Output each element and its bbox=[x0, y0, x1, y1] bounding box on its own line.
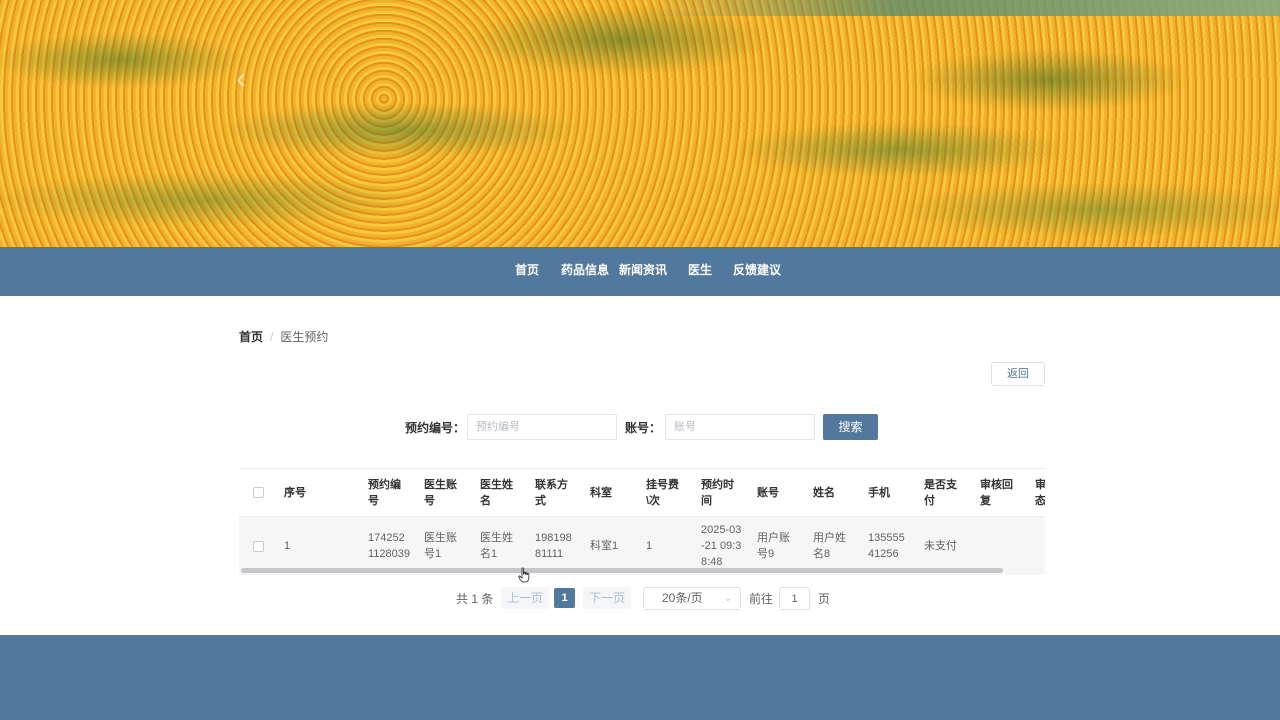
row-select-cell bbox=[239, 517, 277, 575]
goto-page-input[interactable] bbox=[779, 587, 810, 610]
banner-sky bbox=[640, 0, 1280, 16]
header-account: 账号 bbox=[757, 486, 779, 499]
cell-phone: 13555541256 bbox=[868, 532, 905, 560]
header-cell: 医生账号 bbox=[417, 469, 473, 516]
header-appointment-no: 预约编号 bbox=[368, 478, 401, 507]
nav-item-news[interactable]: 新闻资讯 bbox=[619, 247, 667, 296]
cell-name: 用户姓名8 bbox=[813, 532, 846, 560]
footer bbox=[0, 635, 1280, 720]
search-button[interactable]: 搜索 bbox=[823, 414, 878, 440]
page-size-value: 20条/页 bbox=[662, 591, 703, 605]
cell-doctor-name: 医生姓名1 bbox=[480, 532, 513, 560]
cell-index: 1 bbox=[284, 540, 291, 552]
header-appointment-time: 预约时间 bbox=[701, 478, 734, 507]
table-horizontal-scrollbar[interactable] bbox=[241, 568, 1003, 573]
header-review-status: 审核状态 bbox=[1035, 478, 1045, 507]
header-index: 序号 bbox=[284, 486, 306, 499]
nav-item-medicine-info[interactable]: 药品信息 bbox=[561, 247, 609, 296]
table-cell: 13555541256 bbox=[861, 517, 917, 575]
table-cell: 用户姓名8 bbox=[806, 517, 861, 575]
header-cell: 序号 bbox=[277, 469, 361, 516]
header-cell: 手机 bbox=[861, 469, 917, 516]
page-size-select[interactable]: 20条/页 ⌄ bbox=[643, 587, 741, 610]
header-phone: 手机 bbox=[868, 486, 890, 499]
header-department: 科室 bbox=[590, 486, 612, 499]
header-cell: 账号 bbox=[750, 469, 806, 516]
next-page-button[interactable]: 下一页 bbox=[583, 587, 632, 609]
table-row[interactable]: 1 1742521128039 医生账号1 医生姓名1 19819881111 … bbox=[239, 517, 1045, 575]
header-cell: 是否支付 bbox=[917, 469, 973, 516]
pagination-total: 共 1 条 bbox=[456, 592, 494, 606]
banner-image: ‹ bbox=[0, 0, 1280, 247]
breadcrumb: 首页 / 医生预约 bbox=[239, 328, 328, 345]
header-cell: 审核状态 bbox=[1028, 469, 1045, 516]
goto-label: 前往 bbox=[749, 592, 774, 606]
table-header-row: 序号 预约编号 医生账号 医生姓名 联系方式 科室 挂号费\次 预约时间 账号 … bbox=[239, 469, 1045, 517]
header-doctor-name: 医生姓名 bbox=[480, 478, 513, 507]
header-cell: 联系方式 bbox=[528, 469, 583, 516]
cell-department: 科室1 bbox=[590, 540, 619, 552]
table-cell: 19819881111 bbox=[528, 517, 583, 575]
table-cell: 医生账号1 bbox=[417, 517, 473, 575]
header-doctor-account: 医生账号 bbox=[424, 478, 457, 507]
appointment-no-input[interactable] bbox=[467, 414, 617, 440]
nav-item-home[interactable]: 首页 bbox=[515, 247, 539, 296]
header-cell: 挂号费\次 bbox=[639, 469, 694, 516]
header-cell: 姓名 bbox=[806, 469, 861, 516]
page-unit-label: 页 bbox=[818, 592, 831, 606]
cell-appointment-no: 1742521128039 bbox=[368, 532, 411, 560]
table-cell: 1 bbox=[639, 517, 694, 575]
row-checkbox[interactable] bbox=[252, 540, 264, 552]
appointment-no-label: 预约编号： bbox=[405, 421, 466, 435]
chevron-down-icon: ⌄ bbox=[723, 593, 732, 604]
header-cell: 审核回复 bbox=[973, 469, 1028, 516]
nav-item-feedback[interactable]: 反馈建议 bbox=[733, 247, 781, 296]
header-name: 姓名 bbox=[813, 486, 835, 499]
table-cell: 1742521128039 bbox=[361, 517, 417, 575]
cell-contact: 19819881111 bbox=[535, 532, 572, 560]
breadcrumb-separator: / bbox=[270, 330, 274, 344]
main-nav: 首页 药品信息 新闻资讯 医生 反馈建议 bbox=[0, 247, 1280, 296]
table-cell bbox=[973, 517, 1028, 575]
breadcrumb-home[interactable]: 首页 bbox=[239, 330, 263, 344]
appointment-table: 序号 预约编号 医生账号 医生姓名 联系方式 科室 挂号费\次 预约时间 账号 … bbox=[239, 468, 1045, 575]
header-cell: 预约时间 bbox=[694, 469, 750, 516]
chevron-left-icon[interactable]: ‹ bbox=[236, 64, 260, 94]
header-review-reply: 审核回复 bbox=[980, 478, 1013, 507]
header-cell: 科室 bbox=[583, 469, 639, 516]
account-input[interactable] bbox=[665, 414, 815, 440]
select-all-checkbox[interactable] bbox=[252, 487, 264, 498]
cell-fee: 1 bbox=[646, 540, 653, 552]
breadcrumb-current: 医生预约 bbox=[280, 330, 329, 344]
hand-pointer-icon bbox=[518, 567, 530, 583]
back-button[interactable]: 返回 bbox=[991, 362, 1045, 386]
table-cell: 用户账号9 bbox=[750, 517, 806, 575]
header-cell: 医生姓名 bbox=[473, 469, 528, 516]
header-fee: 挂号费\次 bbox=[646, 478, 679, 507]
cell-paid: 未支付 bbox=[924, 540, 957, 552]
nav-item-doctors[interactable]: 医生 bbox=[688, 247, 712, 296]
table-cell: 1 bbox=[277, 517, 361, 575]
header-paid: 是否支付 bbox=[924, 478, 957, 507]
table-cell: 2025-03-21 09:38:48 bbox=[694, 517, 750, 575]
cell-account: 用户账号9 bbox=[757, 532, 790, 560]
table-cell bbox=[1028, 517, 1045, 575]
header-cell: 预约编号 bbox=[361, 469, 417, 516]
account-label: 账号： bbox=[625, 421, 662, 435]
select-all-cell bbox=[239, 469, 277, 516]
page-number-current[interactable]: 1 bbox=[554, 588, 575, 608]
header-contact: 联系方式 bbox=[535, 478, 568, 507]
cell-doctor-account: 医生账号1 bbox=[424, 532, 457, 560]
table-cell: 未支付 bbox=[917, 517, 973, 575]
table-cell: 科室1 bbox=[583, 517, 639, 575]
prev-page-button[interactable]: 上一页 bbox=[501, 587, 550, 609]
cell-appointment-time: 2025-03-21 09:38:48 bbox=[701, 524, 742, 568]
